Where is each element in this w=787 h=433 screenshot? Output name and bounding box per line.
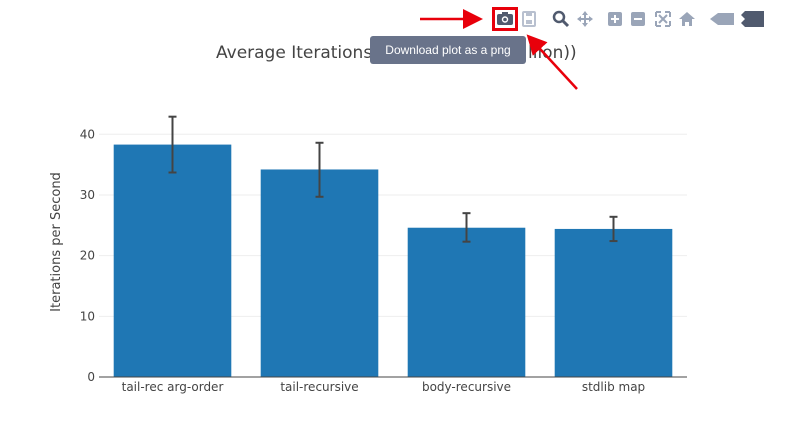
y-axis-label: Iterations per Second <box>49 172 64 312</box>
y-tick-label: 40 <box>80 127 95 141</box>
highlight-box <box>492 7 518 31</box>
y-tick-label: 0 <box>87 370 95 384</box>
y-tick-label: 10 <box>80 309 95 323</box>
bar <box>260 169 379 377</box>
y-tick-label: 30 <box>80 188 95 202</box>
zoom-in-icon[interactable] <box>604 8 626 30</box>
compare-data-icon[interactable] <box>740 8 766 30</box>
pan-icon[interactable] <box>574 8 596 30</box>
x-tick-label: body-recursive <box>422 380 511 394</box>
zoom-out-icon[interactable] <box>627 8 649 30</box>
x-ticks: tail-rec arg-order tail-recursive body-rec… <box>122 380 646 394</box>
x-tick-label: tail-recursive <box>280 380 358 394</box>
tooltip: Download plot as a png <box>370 36 526 64</box>
home-icon[interactable] <box>676 8 698 30</box>
bar <box>554 228 673 377</box>
zoom-icon[interactable] <box>550 8 572 30</box>
x-tick-label: stdlib map <box>582 380 645 394</box>
modebar <box>490 8 770 30</box>
y-tick-label: 20 <box>80 249 95 263</box>
x-tick-label: tail-rec arg-order <box>122 380 224 394</box>
chart: 0 10 20 30 40 tail-rec arg-order tail-recursi… <box>49 43 687 394</box>
save-icon[interactable] <box>518 8 540 30</box>
chart-title-tail: llion)) <box>528 43 577 63</box>
bar <box>407 227 526 377</box>
error-bars <box>168 115 618 243</box>
autoscale-icon[interactable] <box>652 8 674 30</box>
spike-lines-icon[interactable] <box>708 8 736 30</box>
y-ticks: 0 10 20 30 40 <box>80 127 95 384</box>
bar <box>113 144 232 377</box>
bars <box>113 144 673 377</box>
